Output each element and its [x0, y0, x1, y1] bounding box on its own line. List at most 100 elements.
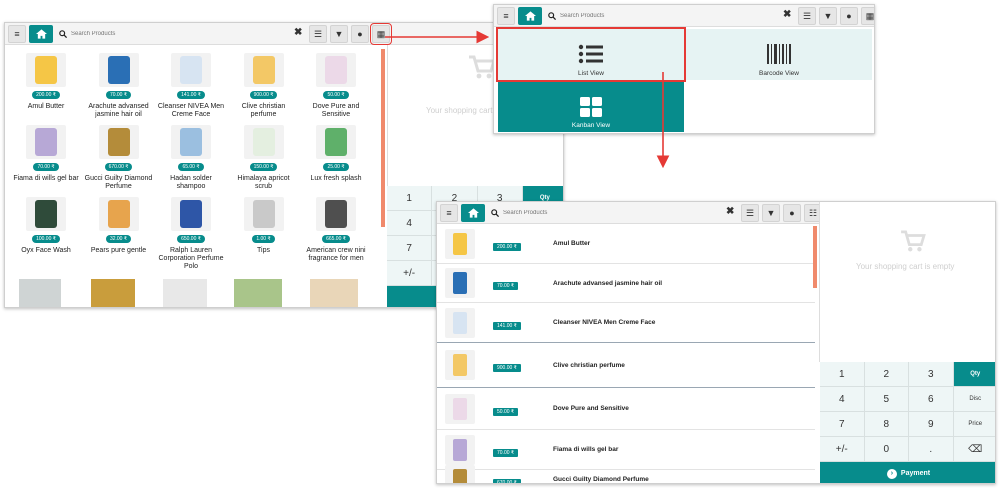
list-item[interactable]: 670.00 ₹ Gucci Guilty Diamond Perfume — [437, 464, 815, 483]
clear-search-icon[interactable]: ✖ — [726, 206, 734, 217]
key-7[interactable]: 7 — [387, 236, 432, 260]
clear-search-icon[interactable]: ✖ — [783, 9, 791, 20]
product-image[interactable] — [163, 279, 207, 307]
key-price[interactable]: Price — [953, 412, 995, 436]
product-card[interactable]: 25.00 ₹ Lux fresh splash — [301, 125, 371, 183]
product-card[interactable]: 50.00 ₹ Dove Pure and Sensitive — [301, 53, 371, 119]
home-button[interactable] — [29, 24, 53, 43]
filter-icon[interactable]: ▼ — [762, 204, 780, 222]
home-button[interactable] — [518, 6, 542, 25]
product-name: American crew nini fragrance for men — [306, 247, 366, 262]
product-name: Fiama di wills gel bar — [13, 175, 79, 182]
product-name: Cleanser NIVEA Men Creme Face — [553, 319, 656, 326]
list-item[interactable]: 50.00 ₹ Dove Pure and Sensitive — [437, 388, 815, 430]
search-input[interactable] — [71, 30, 291, 37]
empty-cart-text: Your shopping cart is empty — [856, 262, 955, 271]
list-view-option[interactable]: List View — [496, 27, 686, 82]
list-view-icon[interactable]: ☰ — [741, 204, 759, 222]
user-icon[interactable]: ● — [351, 25, 369, 43]
payment-arrow-icon: › — [886, 468, 897, 479]
product-card[interactable]: 670.00 ₹ Gucci Guilty Diamond Perfume — [84, 125, 154, 191]
key-disc[interactable]: Disc — [953, 387, 995, 411]
filter-icon[interactable]: ▼ — [819, 7, 837, 25]
scrollbar[interactable] — [813, 226, 817, 288]
list-view-icon[interactable]: ☰ — [798, 7, 816, 25]
product-name: Tips — [257, 247, 270, 254]
list-item[interactable]: 141.00 ₹ Cleanser NIVEA Men Creme Face — [437, 303, 815, 343]
payment-button[interactable]: › Payment — [820, 462, 995, 483]
product-card[interactable]: 32.00 ₹ Pears pure gentle — [84, 197, 154, 255]
search-input[interactable] — [503, 209, 703, 216]
product-name: Dove Pure and Sensitive — [553, 405, 629, 412]
product-image[interactable] — [91, 279, 135, 307]
product-name: Oyx Face Wash — [21, 247, 71, 254]
price-badge: 150.00 ₹ — [249, 163, 278, 171]
menu-icon[interactable]: ≡ — [497, 6, 515, 25]
filter-icon[interactable]: ▼ — [330, 25, 348, 43]
key-6[interactable]: 6 — [909, 387, 953, 411]
key-4[interactable]: 4 — [387, 211, 432, 235]
product-image[interactable] — [234, 279, 282, 307]
product-card[interactable]: 900.00 ₹ Clive christian perfume — [229, 53, 299, 119]
list-view-icon[interactable]: ☰ — [309, 25, 327, 43]
clear-search-icon[interactable]: ✖ — [294, 27, 302, 38]
key-dot[interactable]: . — [909, 437, 953, 461]
kanban-view-option[interactable]: Kanban View — [498, 82, 684, 132]
key-1[interactable]: 1 — [387, 186, 432, 210]
price-badge: 50.00 ₹ — [323, 91, 349, 99]
home-button[interactable] — [461, 203, 485, 222]
menu-icon[interactable]: ≡ — [440, 203, 458, 222]
product-image — [171, 197, 211, 231]
list-item[interactable]: 200.00 ₹ Amul Butter — [437, 224, 815, 264]
key-8[interactable]: 8 — [864, 412, 908, 436]
product-image — [243, 197, 284, 231]
product-card[interactable]: 100.00 ₹ Oyx Face Wash — [11, 197, 81, 255]
list-item[interactable]: 70.00 ₹ Arachute advansed jasmine hair oi… — [437, 264, 815, 303]
product-card[interactable]: 65.00 ₹ Hadan solder shampoo — [156, 125, 226, 191]
user-icon[interactable]: ● — [783, 204, 801, 222]
user-icon[interactable]: ● — [840, 7, 858, 25]
key-3[interactable]: 3 — [909, 362, 953, 386]
grid-view-icon[interactable]: ▦ — [370, 23, 392, 45]
product-card[interactable]: 70.00 ₹ Fiama di wills gel bar — [11, 125, 81, 183]
product-card[interactable]: 1.00 ₹ Tips — [229, 197, 299, 255]
key-plus-minus[interactable]: +/- — [820, 437, 864, 461]
price-badge: 70.00 ₹ — [105, 91, 132, 99]
price-badge: 70.00 ₹ — [493, 282, 519, 290]
key-7[interactable]: 7 — [820, 412, 864, 436]
product-image[interactable] — [310, 279, 358, 307]
key-9[interactable]: 9 — [909, 412, 953, 436]
product-card[interactable]: 70.00 ₹ Arachute advansed jasmine hair oi… — [84, 53, 154, 119]
product-name: Gucci Guilty Diamond Perfume — [84, 175, 153, 190]
product-image — [445, 268, 475, 298]
barcode-view-label: Barcode View — [759, 70, 799, 77]
product-card[interactable]: 141.00 ₹ Cleanser NIVEA Men Creme Face — [156, 53, 226, 119]
product-card[interactable]: 650.00 ₹ Ralph Lauren Corporation Perfume… — [156, 197, 226, 271]
barcode-view-option[interactable]: Barcode View — [686, 29, 872, 80]
toolbar: ≡ ✖ ☰ ▼ ● ▦ — [5, 23, 563, 45]
product-image[interactable] — [19, 279, 61, 307]
key-1[interactable]: 1 — [820, 362, 864, 386]
key-2[interactable]: 2 — [864, 362, 908, 386]
key-4[interactable]: 4 — [820, 387, 864, 411]
key-backspace[interactable]: ⌫ — [953, 437, 995, 461]
cart-panel: Your shopping cart is empty — [819, 202, 995, 362]
product-image — [171, 125, 211, 159]
product-image — [445, 350, 475, 380]
product-card[interactable]: 150.00 ₹ Himalaya apricot scrub — [229, 125, 299, 191]
product-card[interactable]: 665.00 ₹ American crew nini fragrance for… — [301, 197, 371, 263]
key-5[interactable]: 5 — [864, 387, 908, 411]
grid-view-icon[interactable]: ▦ — [861, 7, 874, 25]
list-item[interactable]: 70.00 ₹ Fiama di wills gel bar — [437, 430, 815, 470]
menu-icon[interactable]: ≡ — [8, 24, 26, 43]
key-plus-minus[interactable]: +/- — [387, 261, 432, 285]
list-item[interactable]: 900.00 ₹ Clive christian perfume — [437, 343, 815, 388]
search-input[interactable] — [560, 12, 710, 19]
price-badge: 900.00 ₹ — [493, 364, 521, 372]
key-0[interactable]: 0 — [864, 437, 908, 461]
key-qty[interactable]: Qty — [953, 362, 995, 386]
barcode-icon — [767, 44, 791, 64]
price-badge: 650.00 ₹ — [177, 235, 205, 243]
product-card[interactable]: 200.00 ₹ Amul Butter — [11, 53, 81, 111]
scrollbar[interactable] — [381, 49, 385, 227]
